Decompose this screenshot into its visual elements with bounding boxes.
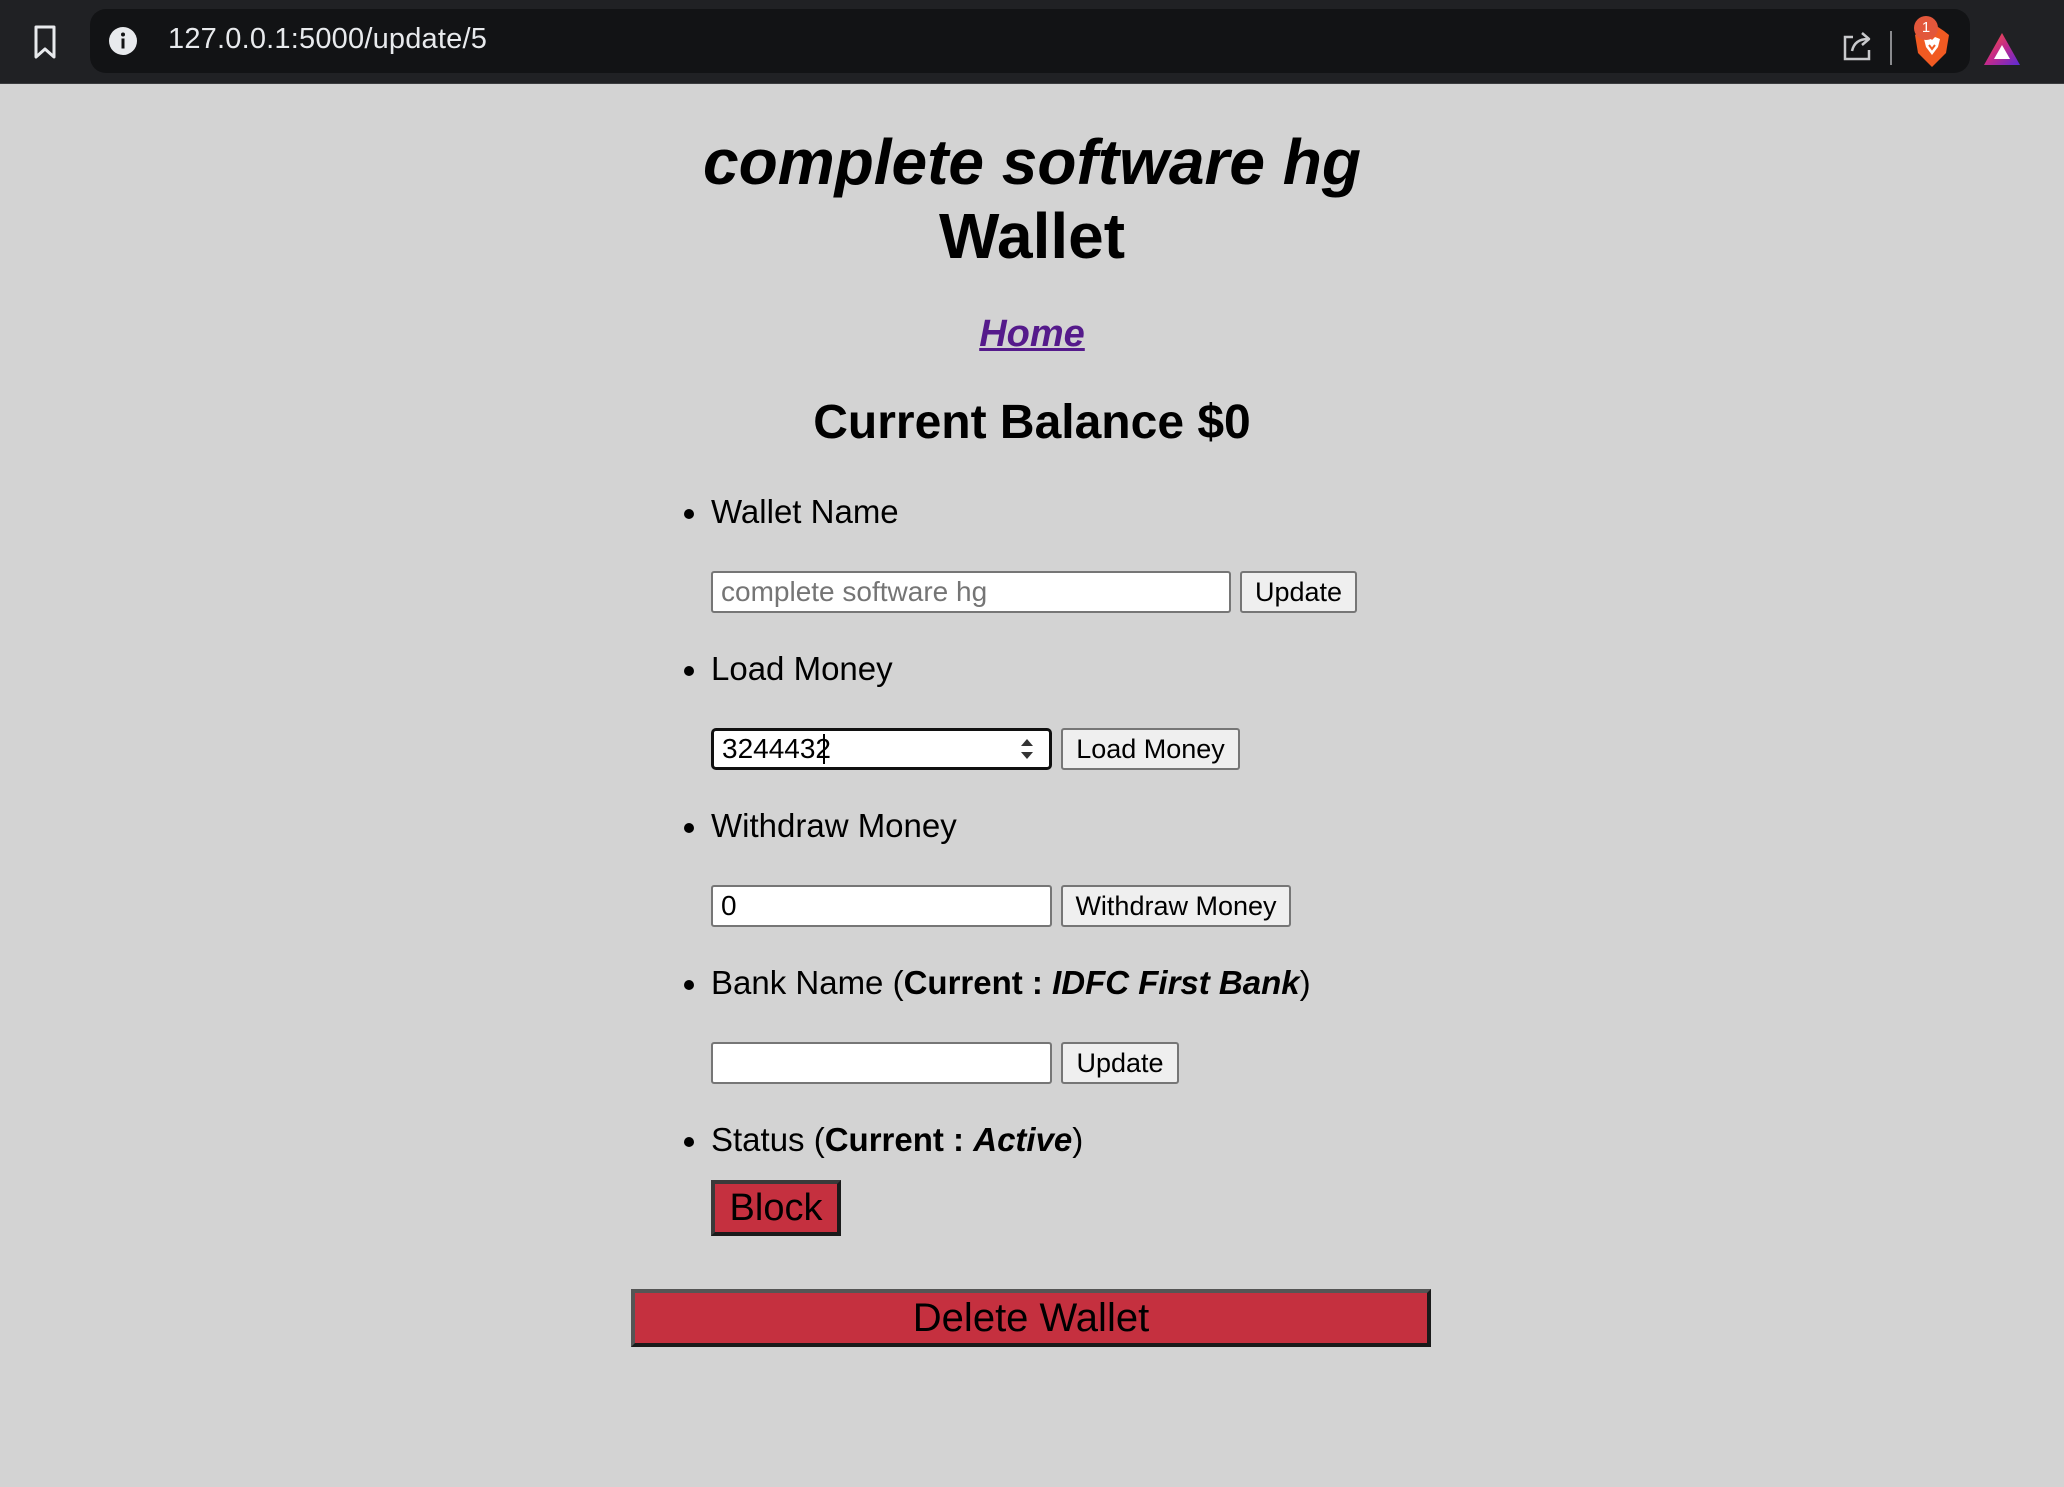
- bank-current-value: IDFC First Bank: [1052, 964, 1300, 1001]
- url-text[interactable]: 127.0.0.1:5000/update/5: [168, 23, 487, 56]
- text-caret: [823, 734, 825, 764]
- list-bullet: [684, 666, 694, 676]
- list-bullet: [684, 509, 694, 519]
- load-money-input[interactable]: [711, 728, 1052, 770]
- load-money-label: Load Money: [711, 650, 893, 687]
- browser-toolbar: 127.0.0.1:5000/update/5 1: [0, 0, 2064, 84]
- withdraw-money-button[interactable]: Withdraw Money: [1061, 885, 1291, 927]
- toolbar-separator: [1890, 31, 1892, 65]
- page-title: complete software hg Wallet: [0, 125, 2064, 273]
- block-button[interactable]: Block: [711, 1180, 841, 1236]
- brave-rewards-icon[interactable]: [1980, 27, 2024, 71]
- bank-name-label-text: Bank Name (: [711, 964, 904, 1001]
- wallet-name-label: Wallet Name: [711, 493, 899, 530]
- number-spinner-icon[interactable]: [1018, 734, 1036, 764]
- wallet-title-suffix: Wallet: [938, 200, 1126, 272]
- list-bullet: [684, 823, 694, 833]
- list-bullet: [684, 980, 694, 990]
- wallet-name-input[interactable]: [711, 571, 1231, 613]
- current-balance: Current Balance $0: [813, 396, 1251, 449]
- delete-wallet-button[interactable]: Delete Wallet: [631, 1289, 1431, 1347]
- bank-name-input[interactable]: [711, 1042, 1052, 1084]
- load-money-button[interactable]: Load Money: [1061, 728, 1240, 770]
- rewards-notification-badge: 1: [1914, 16, 1938, 40]
- withdraw-money-label: Withdraw Money: [711, 807, 957, 844]
- list-bullet: [684, 1137, 694, 1147]
- status-current-value: Active: [973, 1121, 1073, 1158]
- status-current-label: Current :: [824, 1121, 965, 1158]
- info-icon[interactable]: [108, 26, 138, 56]
- home-link-container: Home: [0, 313, 2064, 356]
- wallet-page: complete software hg Wallet Home Current…: [0, 83, 2064, 1487]
- wallet-name-title: complete software hg: [703, 126, 1361, 198]
- address-bar[interactable]: 127.0.0.1:5000/update/5: [90, 9, 2020, 73]
- home-link[interactable]: Home: [979, 313, 1085, 355]
- status-label-close: ): [1072, 1121, 1084, 1158]
- bank-name-label-close: ): [1299, 964, 1311, 1001]
- update-bank-name-button[interactable]: Update: [1061, 1042, 1179, 1084]
- update-wallet-name-button[interactable]: Update: [1240, 571, 1357, 613]
- share-icon[interactable]: [1840, 29, 1874, 63]
- withdraw-money-input[interactable]: [711, 885, 1052, 927]
- bank-name-label: Bank Name (Current : IDFC First Bank): [711, 964, 1311, 1002]
- bookmark-icon[interactable]: [30, 24, 60, 60]
- bank-current-label: Current :: [903, 964, 1043, 1001]
- status-label: Status (Current : Active): [711, 1121, 1083, 1159]
- status-label-text: Status (: [711, 1121, 825, 1158]
